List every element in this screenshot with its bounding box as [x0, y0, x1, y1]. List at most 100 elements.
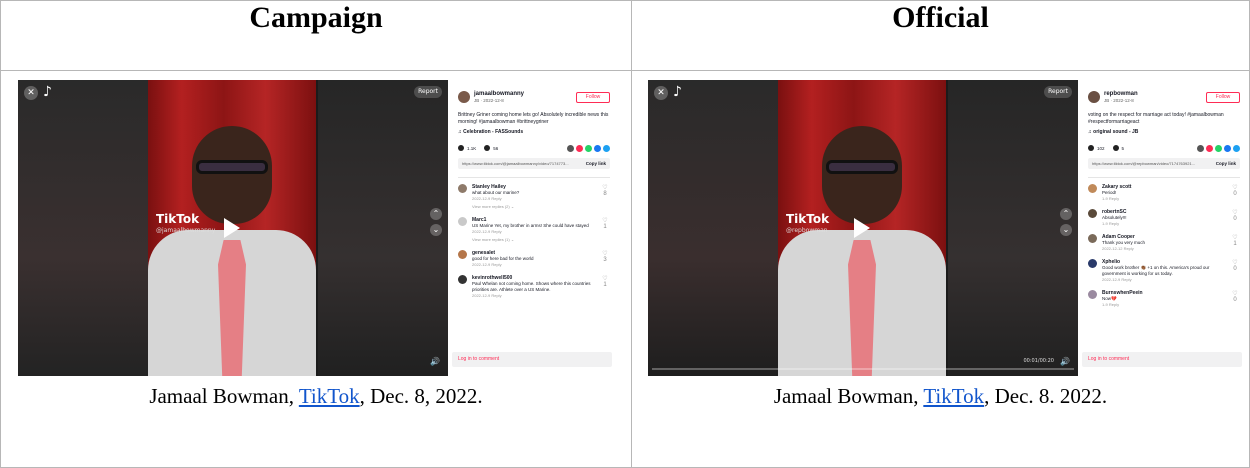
tiktok-watermark: TikTok — [156, 212, 200, 226]
copy-link-button[interactable]: Copy link — [586, 158, 610, 169]
heart-icon[interactable]: ♡ 0 — [1230, 259, 1240, 283]
avatar[interactable] — [1088, 259, 1097, 268]
heart-icon[interactable] — [458, 145, 464, 151]
comment-icon[interactable] — [1112, 145, 1119, 151]
sound-link[interactable]: ♫ Celebration - FASSounds — [458, 129, 610, 135]
link-box: https://www.tiktok.com/@jamaalbowmanny/v… — [458, 158, 610, 169]
avatar[interactable] — [1088, 209, 1097, 218]
account-sub: JB · 2022-12-8 — [474, 97, 504, 103]
account-name[interactable]: jamaalbowmanny — [474, 91, 524, 98]
heart-icon[interactable]: ♡ 8 — [600, 184, 610, 210]
avatar[interactable] — [458, 184, 467, 193]
avatar[interactable] — [1088, 91, 1100, 103]
play-icon[interactable] — [224, 218, 240, 238]
list-item: Zakary scott Period! 1-9 Reply ♡ 0 — [1088, 184, 1240, 202]
figure-caption: Jamaal Bowman, TikTok, Dec. 8. 2022. — [773, 384, 1108, 408]
embed-icon[interactable] — [567, 144, 574, 152]
chevron-up-icon[interactable]: ⌃ — [430, 208, 442, 220]
facebook-icon[interactable] — [594, 144, 601, 152]
tiktok-link[interactable]: TikTok — [299, 384, 360, 408]
time-readout: 00:01/00:20 — [1023, 358, 1054, 364]
embed-icon[interactable] — [1197, 144, 1204, 152]
progress-bar[interactable] — [652, 368, 1074, 370]
avatar[interactable] — [1088, 234, 1097, 243]
campaign-screenshot: ✕ ♪ Report TikTok @jamaalbowmanny ⌃ ⌄ 🔊 … — [18, 80, 618, 376]
twitter-icon[interactable] — [603, 144, 610, 152]
facebook-icon[interactable] — [1224, 144, 1231, 152]
list-item: Marc1 US Marine Yet, my brother in arms!… — [458, 217, 610, 243]
list-item: genesalet good for here bad for the worl… — [458, 250, 610, 268]
header-campaign: Campaign — [0, 0, 632, 71]
tiktok-logo-icon: ♪ — [673, 84, 682, 100]
comment-list: Stanley Hailey what about our marine? 20… — [458, 177, 610, 299]
volume-icon[interactable]: 🔊 — [430, 357, 440, 366]
heart-icon[interactable]: ♡ 3 — [600, 250, 610, 268]
report-button[interactable]: Report — [1044, 86, 1072, 98]
copy-link-button[interactable]: Copy link — [1216, 158, 1240, 169]
login-to-comment[interactable]: Log in to comment — [1082, 352, 1242, 367]
official-cell: ✕ ♪ Report TikTok @repbowman ⌃ ⌄ 00:01/0… — [631, 70, 1250, 468]
heart-icon[interactable] — [1088, 145, 1094, 151]
account-sub: JB · 2022-12-8 — [1104, 97, 1134, 103]
tiktok-logo-icon: ♪ — [43, 84, 52, 100]
post-stats: 1.1K 56 — [458, 144, 610, 152]
close-icon[interactable]: ✕ — [654, 86, 668, 100]
twitter-icon[interactable] — [1233, 144, 1240, 152]
comment-list: Zakary scott Period! 1-9 Reply ♡ 0 robert… — [1088, 177, 1240, 308]
video-player[interactable]: ✕ ♪ Report TikTok @repbowman ⌃ ⌄ 00:01/0… — [648, 80, 1078, 376]
list-item: BurnswhenPeein Now💔 1-9 Reply ♡ 0 — [1088, 290, 1240, 308]
post-caption: Brittney Griner coming home lets go! Abs… — [458, 112, 609, 125]
comment-panel: repbowman JB · 2022-12-8 Follow voting o… — [1078, 80, 1248, 376]
volume-icon[interactable]: 🔊 — [1060, 357, 1070, 366]
friends-icon[interactable] — [576, 144, 583, 152]
friends-icon[interactable] — [1206, 144, 1213, 152]
post-stats: 102 5 — [1088, 144, 1240, 152]
follow-button[interactable]: Follow — [576, 91, 610, 103]
video-player[interactable]: ✕ ♪ Report TikTok @jamaalbowmanny ⌃ ⌄ 🔊 — [18, 80, 448, 376]
campaign-cell: ✕ ♪ Report TikTok @jamaalbowmanny ⌃ ⌄ 🔊 … — [0, 70, 632, 468]
tiktok-link[interactable]: TikTok — [923, 384, 984, 408]
account-name[interactable]: repbowman — [1104, 91, 1138, 98]
video-link: https://www.tiktok.com/@jamaalbowmanny/v… — [462, 161, 569, 166]
chevron-up-icon[interactable]: ⌃ — [1060, 208, 1072, 220]
heart-icon[interactable]: ♡ 1 — [1230, 234, 1240, 252]
share-icons — [1195, 144, 1240, 152]
sound-link[interactable]: ♫ original sound - JB — [1088, 129, 1240, 135]
heart-icon[interactable]: ♡ 0 — [1230, 184, 1240, 202]
profile-header: jamaalbowmanny JB · 2022-12-8 Follow — [458, 88, 610, 106]
play-icon[interactable] — [854, 218, 870, 238]
post-caption: voting on the respect for marriage act t… — [1088, 112, 1224, 125]
avatar[interactable] — [458, 250, 467, 259]
profile-header: repbowman JB · 2022-12-8 Follow — [1088, 88, 1240, 106]
official-screenshot: ✕ ♪ Report TikTok @repbowman ⌃ ⌄ 00:01/0… — [648, 80, 1248, 376]
heart-icon[interactable]: ♡ 1 — [600, 217, 610, 243]
list-item: robertnSC Absolutely!!! 1-9 Reply ♡ 0 — [1088, 209, 1240, 227]
whatsapp-icon[interactable] — [585, 144, 592, 152]
comment-panel: jamaalbowmanny JB · 2022-12-8 Follow Bri… — [448, 80, 618, 376]
avatar[interactable] — [458, 275, 467, 284]
tiktok-watermark: TikTok — [786, 212, 830, 226]
list-item: kevinrothwell500 Paul Whelan not coming … — [458, 275, 610, 299]
list-item: Xphelio Good work brother 👏🏾 +1 on this.… — [1088, 259, 1240, 283]
list-item: Adam Cooper Thank you very much 2022-12-… — [1088, 234, 1240, 252]
share-icons — [565, 144, 610, 152]
header-official: Official — [631, 0, 1250, 71]
follow-button[interactable]: Follow — [1206, 91, 1240, 103]
avatar[interactable] — [1088, 290, 1097, 299]
link-box: https://www.tiktok.com/@repbowman/video/… — [1088, 158, 1240, 169]
comparison-table: Campaign Official ✕ ♪ Report TikTok @jam… — [0, 0, 1250, 468]
avatar[interactable] — [1088, 184, 1097, 193]
chevron-down-icon[interactable]: ⌄ — [430, 224, 442, 236]
avatar[interactable] — [458, 91, 470, 103]
heart-icon[interactable]: ♡ 0 — [1230, 209, 1240, 227]
report-button[interactable]: Report — [414, 86, 442, 98]
avatar[interactable] — [458, 217, 467, 226]
chevron-down-icon[interactable]: ⌄ — [1060, 224, 1072, 236]
heart-icon[interactable]: ♡ 0 — [1230, 290, 1240, 308]
comment-icon[interactable] — [484, 145, 491, 151]
heart-icon[interactable]: ♡ 1 — [600, 275, 610, 299]
list-item: Stanley Hailey what about our marine? 20… — [458, 184, 610, 210]
whatsapp-icon[interactable] — [1215, 144, 1222, 152]
login-to-comment[interactable]: Log in to comment — [452, 352, 612, 367]
close-icon[interactable]: ✕ — [24, 86, 38, 100]
